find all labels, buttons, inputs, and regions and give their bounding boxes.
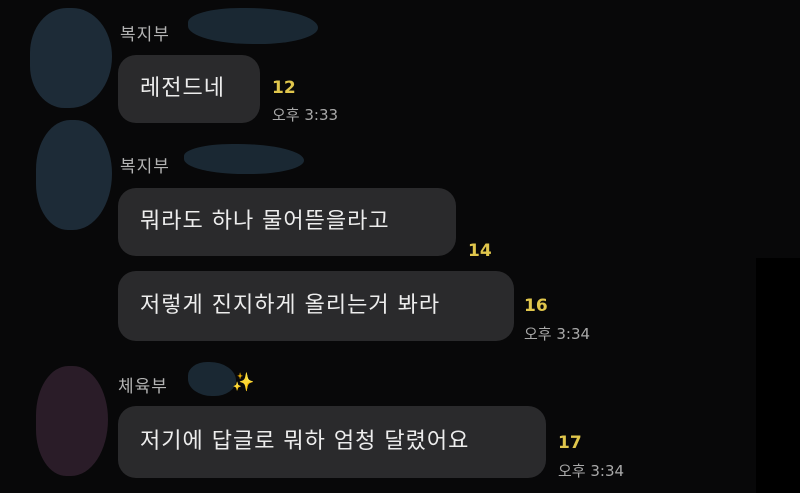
message-bubble[interactable]: 뭐라도 하나 물어뜯을라고 [118,188,456,256]
side-panel [756,258,800,493]
sparkle-icon: ✨ [232,372,255,393]
unread-count: 12 [272,78,296,98]
redaction-mark [188,8,318,44]
timestamp: 오후 3:33 [272,106,339,124]
avatar-redacted[interactable] [36,120,112,230]
message-bubble[interactable]: 레전드네 [118,55,260,123]
sender-name: 복지부 [120,157,170,177]
unread-count: 16 [524,296,548,316]
sender-name: 복지부 [120,25,170,45]
redaction-mark [188,362,236,396]
timestamp: 오후 3:34 [558,462,625,480]
avatar-redacted[interactable] [30,8,112,108]
redaction-mark [184,144,304,174]
message-bubble[interactable]: 저기에 답글로 뭐하 엄청 달렸어요 [118,406,546,478]
unread-count: 14 [468,241,492,261]
sender-name: 체육부 [118,377,168,397]
message-bubble[interactable]: 저렇게 진지하게 올리는거 봐라 [118,271,514,341]
unread-count: 17 [558,433,582,453]
avatar-redacted[interactable] [36,366,108,476]
timestamp: 오후 3:34 [524,325,591,343]
